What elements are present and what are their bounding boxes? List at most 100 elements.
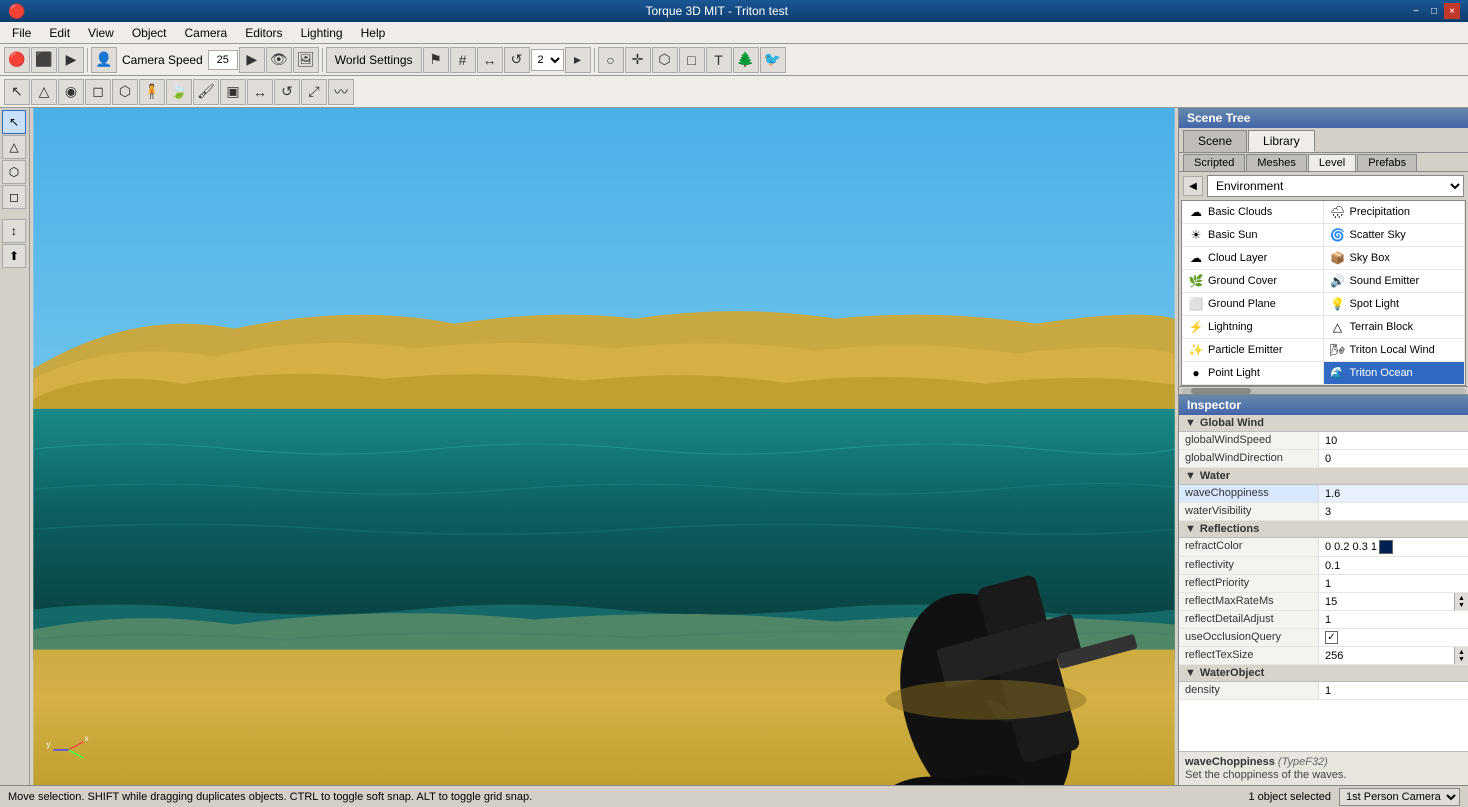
occlusion-query-checkbox[interactable]: ✓: [1325, 631, 1338, 644]
sound-emitter-icon: 🔊: [1330, 273, 1346, 289]
menu-edit[interactable]: Edit: [41, 24, 78, 42]
lib-item-label: Scatter Sky: [1350, 229, 1406, 241]
tb2-rot[interactable]: ↺: [274, 79, 300, 105]
tb-eye-btn[interactable]: 👁: [266, 47, 292, 73]
menu-help[interactable]: Help: [353, 24, 394, 42]
lib-item-sound-emitter[interactable]: 🔊 Sound Emitter: [1324, 270, 1466, 293]
value-reflectivity[interactable]: 0.1: [1319, 557, 1468, 574]
value-global-wind-dir[interactable]: 0: [1319, 450, 1468, 467]
camera-mode-dropdown[interactable]: 1st Person Camera Orbit Camera: [1339, 788, 1460, 806]
menu-editors[interactable]: Editors: [237, 24, 290, 42]
tb2-paint[interactable]: 🖌: [193, 79, 219, 105]
lib-item-cloud-layer[interactable]: ☁ Cloud Layer: [1182, 247, 1324, 270]
lib-item-lightning[interactable]: ⚡ Lightning: [1182, 316, 1324, 339]
tb2-tri[interactable]: △: [31, 79, 57, 105]
minimize-button[interactable]: −: [1408, 3, 1424, 19]
tb-text-btn[interactable]: T: [706, 47, 732, 73]
tb-arr-btn[interactable]: ▸: [565, 47, 591, 73]
tb-speed-inc[interactable]: ▶: [239, 47, 265, 73]
value-density[interactable]: 1: [1319, 682, 1468, 699]
tb2-square[interactable]: ◻: [85, 79, 111, 105]
section-water-object[interactable]: ▼ WaterObject: [1179, 665, 1468, 682]
tb2-cursor[interactable]: ↖: [4, 79, 30, 105]
lt-scale[interactable]: ◻: [2, 185, 26, 209]
tb-rot-btn[interactable]: ↺: [504, 47, 530, 73]
tb-tree-btn[interactable]: 🌲: [733, 47, 759, 73]
h-scrollbar[interactable]: [1181, 388, 1466, 394]
lib-item-triton-local-wind[interactable]: 🌬 Triton Local Wind: [1324, 339, 1466, 362]
tb-bird-btn[interactable]: 🐦: [760, 47, 786, 73]
value-water-visibility[interactable]: 3: [1319, 503, 1468, 520]
section-water[interactable]: ▼ Water: [1179, 468, 1468, 485]
lib-category-dropdown[interactable]: Environment Lights Objects: [1207, 175, 1464, 197]
tb2-leaf[interactable]: 🍃: [166, 79, 192, 105]
lib-item-precipitation[interactable]: 🌧 Precipitation: [1324, 201, 1466, 224]
subtab-scripted[interactable]: Scripted: [1183, 154, 1245, 171]
menu-camera[interactable]: Camera: [177, 24, 236, 42]
lib-item-ground-plane[interactable]: ⬜ Ground Plane: [1182, 293, 1324, 316]
tex-size-spinner-down: ▼: [1458, 656, 1465, 663]
menu-object[interactable]: Object: [124, 24, 175, 42]
section-global-wind[interactable]: ▼ Global Wind: [1179, 415, 1468, 432]
tb-open-btn[interactable]: ⬛: [31, 47, 57, 73]
lib-item-basic-sun[interactable]: ☀ Basic Sun: [1182, 224, 1324, 247]
tb-img-btn[interactable]: 🖼: [293, 47, 319, 73]
tb-obj-btn[interactable]: ⬡: [652, 47, 678, 73]
tb2-scale[interactable]: ⤢: [301, 79, 327, 105]
tb-grid-btn[interactable]: #: [450, 47, 476, 73]
refract-color-swatch[interactable]: [1379, 540, 1393, 554]
snap-dropdown[interactable]: 214: [531, 49, 564, 71]
subtab-prefabs[interactable]: Prefabs: [1357, 154, 1417, 171]
restore-button[interactable]: □: [1426, 3, 1442, 19]
value-reflect-priority[interactable]: 1: [1319, 575, 1468, 592]
lib-item-terrain-block[interactable]: △ Terrain Block: [1324, 316, 1466, 339]
subtab-meshes[interactable]: Meshes: [1246, 154, 1307, 171]
lib-item-scatter-sky[interactable]: 🌀 Scatter Sky: [1324, 224, 1466, 247]
tb-flag-btn[interactable]: ⚑: [423, 47, 449, 73]
section-reflections[interactable]: ▼ Reflections: [1179, 521, 1468, 538]
tb2-select[interactable]: ▣: [220, 79, 246, 105]
menu-lighting[interactable]: Lighting: [293, 24, 351, 42]
triton-local-wind-icon: 🌬: [1330, 342, 1346, 358]
value-refract-color[interactable]: 0 0.2 0.3 1: [1319, 538, 1468, 556]
lib-item-point-light[interactable]: ● Point Light: [1182, 362, 1324, 385]
lib-back-button[interactable]: ◀: [1183, 176, 1203, 196]
lt-move[interactable]: △: [2, 135, 26, 159]
lt-select[interactable]: ↖: [2, 110, 26, 134]
tb-person-btn[interactable]: 👤: [91, 47, 117, 73]
reflect-max-rate-spinner[interactable]: ▲ ▼: [1454, 593, 1468, 610]
tb-move2-btn[interactable]: ✛: [625, 47, 651, 73]
tb2-globe[interactable]: ◉: [58, 79, 84, 105]
lib-item-particle-emitter[interactable]: ✨ Particle Emitter: [1182, 339, 1324, 362]
terrain-block-icon: △: [1330, 319, 1346, 335]
tb-cam-btn[interactable]: □: [679, 47, 705, 73]
lib-item-basic-clouds[interactable]: ☁ Basic Clouds: [1182, 201, 1324, 224]
tb2-water[interactable]: 〰: [328, 79, 354, 105]
lt-up[interactable]: ⬆: [2, 244, 26, 268]
value-global-wind-speed[interactable]: 10: [1319, 432, 1468, 449]
tb-circle-btn[interactable]: ○: [598, 47, 624, 73]
reflect-tex-size-spinner[interactable]: ▲ ▼: [1454, 647, 1468, 664]
camera-speed-input[interactable]: [208, 50, 238, 70]
tb2-hex[interactable]: ⬡: [112, 79, 138, 105]
lt-rotate[interactable]: ⬡: [2, 160, 26, 184]
world-settings-button[interactable]: World Settings: [326, 47, 422, 73]
lib-item-spot-light[interactable]: 💡 Spot Light: [1324, 293, 1466, 316]
tab-scene[interactable]: Scene: [1183, 130, 1247, 152]
lt-snap[interactable]: ↕: [2, 219, 26, 243]
menu-file[interactable]: File: [4, 24, 39, 42]
lib-item-ground-cover[interactable]: 🌿 Ground Cover: [1182, 270, 1324, 293]
value-wave-choppiness[interactable]: 1.6: [1319, 485, 1468, 502]
tb2-move[interactable]: ↔: [247, 79, 273, 105]
value-reflect-detail-adjust[interactable]: 1: [1319, 611, 1468, 628]
close-button[interactable]: ×: [1444, 3, 1460, 19]
tab-library[interactable]: Library: [1248, 130, 1315, 152]
tb-play-btn[interactable]: ▶: [58, 47, 84, 73]
subtab-level[interactable]: Level: [1308, 154, 1356, 171]
tb-new-btn[interactable]: 🔴: [4, 47, 30, 73]
menu-view[interactable]: View: [80, 24, 122, 42]
lib-item-triton-ocean[interactable]: 🌊 Triton Ocean: [1324, 362, 1466, 385]
tb2-person[interactable]: 🧍: [139, 79, 165, 105]
tb-move-btn[interactable]: ↔: [477, 47, 503, 73]
lib-item-sky-box[interactable]: 📦 Sky Box: [1324, 247, 1466, 270]
